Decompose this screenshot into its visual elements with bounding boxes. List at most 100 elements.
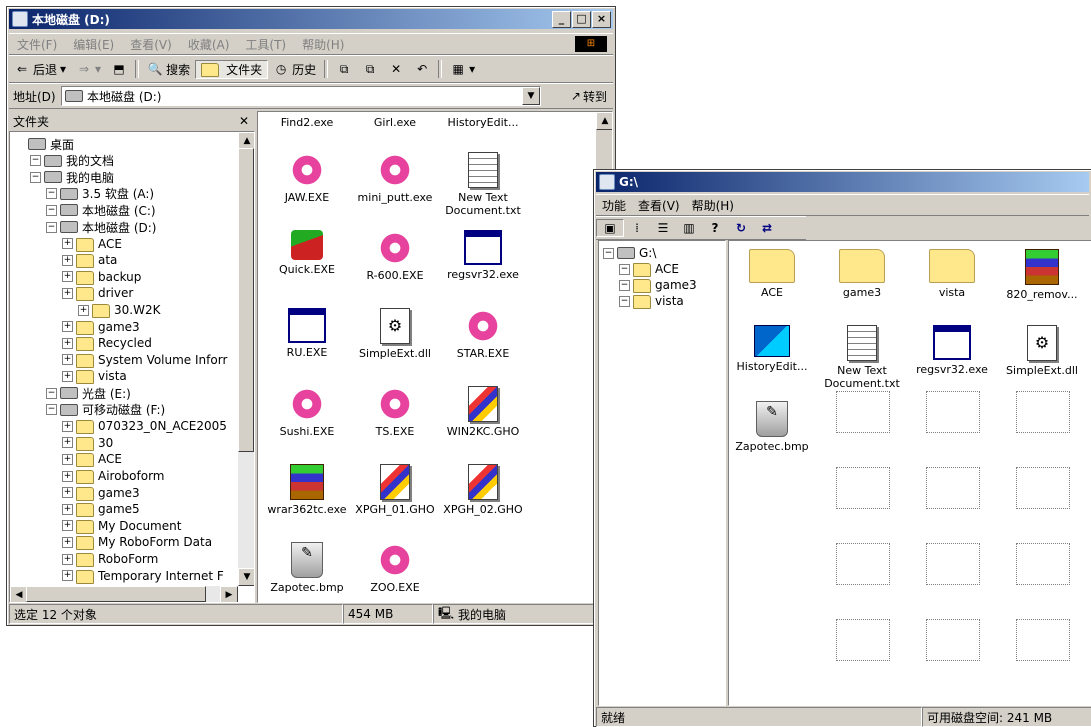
file-item[interactable]: New Text Document.txt — [819, 325, 905, 390]
expand-toggle[interactable]: + — [62, 271, 73, 283]
tree-item[interactable]: + ACE — [62, 236, 122, 252]
close-pane-button[interactable]: ✕ — [239, 114, 249, 128]
tree-item[interactable]: − 可移动磁盘 (F:) — [46, 402, 165, 418]
expand-toggle[interactable]: − — [46, 387, 57, 399]
file-item[interactable]: JAW.EXE — [264, 144, 350, 204]
back-button[interactable]: ⇐ 后退 ▾ — [9, 61, 71, 78]
refresh-button[interactable]: ↻ — [728, 220, 754, 236]
copy-to-button[interactable]: ⧉ — [357, 61, 383, 77]
address-dropdown-button[interactable]: ▼ — [522, 87, 540, 105]
vertical-scrollbar[interactable]: ▲ ▼ — [237, 132, 254, 586]
expand-toggle[interactable]: − — [46, 204, 57, 216]
expand-toggle[interactable]: + — [62, 420, 73, 432]
expand-toggle[interactable]: + — [62, 536, 73, 548]
expand-toggle[interactable]: − — [619, 295, 630, 307]
minimize-button[interactable]: _ — [552, 11, 571, 28]
file-item[interactable]: New Text Document.txt — [440, 152, 526, 217]
up-button[interactable]: ⬒ — [106, 61, 132, 77]
file-item[interactable]: ✎ Zapotec.bmp — [264, 542, 350, 594]
file-item[interactable]: wrar362tc.exe — [264, 464, 350, 516]
file-item[interactable]: ⚙ SimpleExt.dll — [999, 325, 1085, 377]
large-icons-button[interactable]: ▣ — [596, 219, 624, 237]
expand-toggle[interactable]: − — [619, 279, 630, 291]
tree-item[interactable]: − 光盘 (E:) — [46, 385, 131, 401]
tree-item[interactable]: + My RoboForm Data — [62, 534, 212, 551]
expand-toggle[interactable]: + — [62, 470, 73, 482]
tree-item[interactable]: + game3 — [62, 319, 140, 335]
tree-item[interactable]: − 本地磁盘 (C:) — [46, 202, 156, 218]
menu-help[interactable]: 帮助(H) — [686, 197, 740, 214]
expand-toggle[interactable]: + — [62, 487, 73, 499]
expand-toggle[interactable]: + — [62, 520, 73, 532]
expand-toggle[interactable]: − — [46, 404, 57, 416]
expand-toggle[interactable]: + — [62, 370, 73, 382]
expand-toggle[interactable]: + — [62, 254, 73, 266]
tree-item[interactable]: + vista — [62, 368, 127, 385]
undo-button[interactable]: ↶ — [409, 61, 435, 77]
menu-tools[interactable]: 工具(T) — [237, 36, 294, 53]
expand-toggle[interactable]: + — [62, 453, 73, 465]
expand-toggle[interactable]: − — [46, 221, 57, 233]
scroll-right-button[interactable]: ▶ — [220, 586, 238, 602]
tree-item[interactable]: + ata — [62, 252, 117, 269]
details-view-button[interactable]: ▥ — [676, 220, 702, 236]
move-to-button[interactable]: ⧉ — [331, 61, 357, 77]
title-bar[interactable]: G:\ — [596, 172, 1089, 192]
scroll-down-button[interactable]: ▼ — [238, 568, 254, 586]
expand-toggle[interactable]: − — [619, 263, 630, 275]
file-item[interactable]: regsvr32.exe — [440, 230, 526, 281]
tree-item[interactable]: − ACE — [619, 261, 679, 277]
horizontal-scrollbar[interactable]: ◀ ▶ — [10, 586, 238, 602]
tree-item[interactable]: + Airoboform — [62, 468, 165, 484]
small-icons-button[interactable]: ⁞ — [624, 220, 650, 236]
file-item[interactable]: Sushi.EXE — [264, 378, 350, 438]
sync-button[interactable]: ⇄ — [754, 220, 780, 236]
maximize-button[interactable]: □ — [572, 11, 591, 28]
expand-toggle[interactable]: + — [62, 337, 73, 349]
delete-button[interactable]: ✕ — [383, 61, 409, 77]
tree-item[interactable]: −桌面 — [14, 136, 74, 152]
file-item[interactable]: game3 — [819, 249, 905, 299]
folders-button[interactable]: 文件夹 — [195, 59, 269, 79]
address-input[interactable]: 本地磁盘 (D:) ▼ — [61, 86, 541, 106]
file-item[interactable]: XPGH_01.GHO — [352, 464, 438, 516]
tree-item[interactable]: +070323_0N_ACE2005 — [62, 418, 227, 435]
menu-view[interactable]: 查看(V) — [632, 197, 686, 214]
menu-edit[interactable]: 编辑(E) — [65, 36, 122, 53]
file-item[interactable]: XPGH_02.GHO — [440, 464, 526, 516]
expand-toggle[interactable]: + — [62, 553, 73, 565]
tree-item[interactable]: +30 — [62, 435, 113, 451]
file-item[interactable]: mini_putt.exe — [352, 144, 438, 204]
file-item[interactable]: regsvr32.exe — [909, 325, 995, 376]
tree-item[interactable]: + Temporary Internet F — [62, 568, 224, 584]
tree-item[interactable]: − G:\ — [603, 245, 656, 261]
expand-toggle[interactable]: + — [62, 238, 73, 250]
scroll-thumb[interactable] — [238, 148, 254, 452]
file-item[interactable]: ✎ Zapotec.bmp — [729, 401, 815, 453]
file-item[interactable]: ⚙ SimpleExt.dll — [352, 308, 438, 360]
expand-toggle[interactable]: + — [62, 503, 73, 515]
file-item[interactable]: WIN2KC.GHO — [440, 386, 526, 438]
expand-toggle[interactable]: + — [62, 437, 73, 449]
file-item[interactable]: TS.EXE — [352, 378, 438, 438]
menu-help[interactable]: 帮助(H) — [294, 36, 352, 53]
go-button[interactable]: ↗ 转到 — [571, 88, 607, 105]
expand-toggle[interactable]: + — [62, 321, 73, 333]
expand-toggle[interactable]: + — [62, 287, 73, 299]
menu-function[interactable]: 功能 — [596, 197, 632, 214]
file-item[interactable]: HistoryEdit... — [729, 325, 815, 373]
tree-item[interactable]: − vista — [619, 293, 684, 309]
close-button[interactable]: × — [592, 11, 611, 28]
menu-view[interactable]: 查看(V) — [122, 36, 180, 53]
help-button[interactable]: ? — [702, 220, 728, 236]
tree-item[interactable]: + Recycled — [62, 335, 152, 352]
menu-favorites[interactable]: 收藏(A) — [180, 36, 238, 53]
tree-item[interactable]: + ACE — [62, 451, 122, 468]
file-item[interactable]: Girl.exe — [352, 116, 438, 129]
tree-item[interactable]: + backup — [62, 269, 141, 285]
file-item[interactable]: STAR.EXE — [440, 300, 526, 360]
file-item[interactable]: ACE — [729, 249, 815, 299]
expand-toggle[interactable]: − — [603, 247, 614, 259]
file-item[interactable]: R-600.EXE — [352, 222, 438, 282]
file-item[interactable]: ZOO.EXE — [352, 534, 438, 594]
